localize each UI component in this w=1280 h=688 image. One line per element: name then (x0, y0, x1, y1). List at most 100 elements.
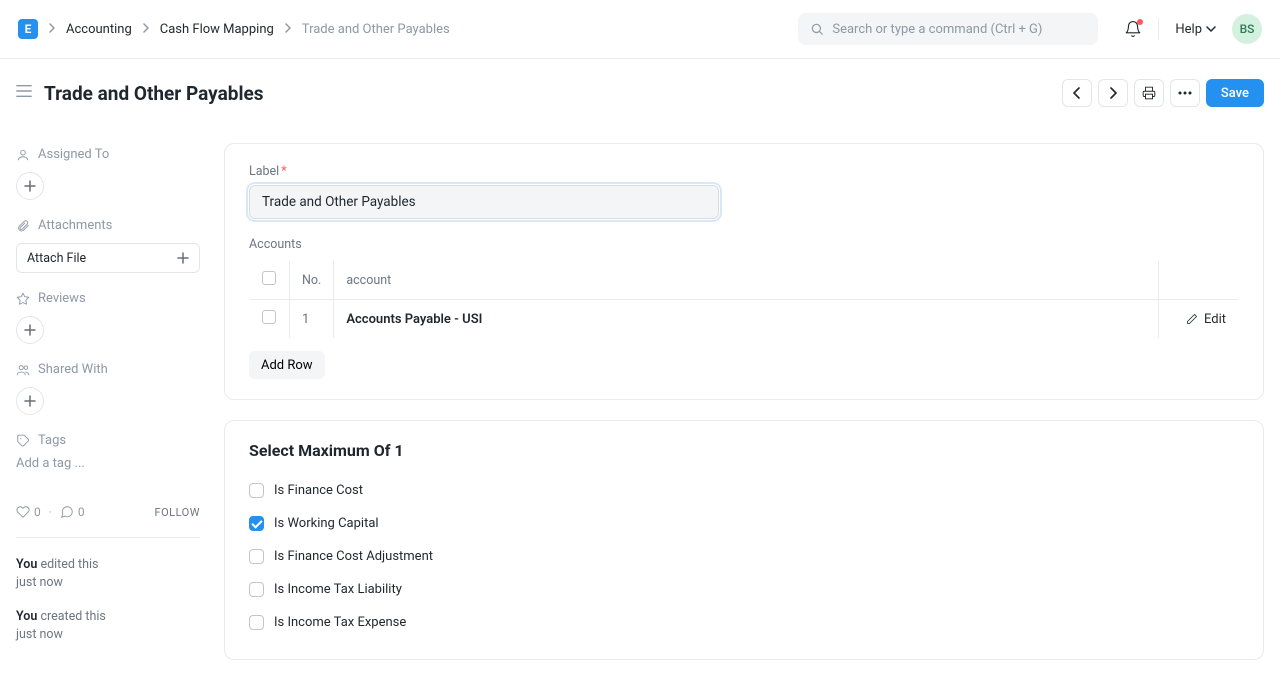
search-input[interactable]: Search or type a command (Ctrl + G) (798, 13, 1098, 45)
chevron-left-icon (1072, 87, 1082, 99)
pencil-icon (1186, 313, 1198, 325)
chevron-right-icon (142, 23, 150, 36)
attach-file-label: Attach File (27, 251, 86, 266)
add-share-button[interactable] (16, 387, 44, 415)
checkbox-row[interactable]: Is Finance Cost (249, 474, 1239, 507)
checkbox-label: Is Income Tax Expense (274, 615, 406, 630)
checkbox-label: Is Finance Cost (274, 483, 363, 498)
activity-entry: You created this just now (16, 608, 200, 644)
row-number: 1 (290, 300, 334, 339)
select-max-card: Select Maximum Of 1 Is Finance Cost Is W… (224, 420, 1264, 660)
next-button[interactable] (1098, 79, 1128, 107)
save-button[interactable]: Save (1206, 79, 1264, 107)
like-button[interactable]: 0 (16, 505, 41, 519)
add-review-button[interactable] (16, 316, 44, 344)
edit-row-button[interactable]: Edit (1171, 312, 1226, 327)
paperclip-icon (16, 219, 30, 233)
reviews-heading: Reviews (16, 291, 200, 306)
notifications-button[interactable] (1124, 20, 1142, 38)
user-icon (16, 148, 30, 162)
breadcrumb: Accounting Cash Flow Mapping Trade and O… (48, 22, 450, 37)
page-actions: Save (1062, 79, 1264, 107)
separator-dot: · (49, 505, 52, 519)
app-logo[interactable]: E (18, 19, 38, 39)
chevron-right-icon (1108, 87, 1118, 99)
select-all-header (250, 261, 290, 300)
tags-label: Tags (38, 433, 66, 448)
menu-toggle-button[interactable] (16, 84, 32, 102)
shared-with-heading: Shared With (16, 362, 200, 377)
add-row-button[interactable]: Add Row (249, 351, 325, 379)
column-header-account: account (334, 261, 1159, 300)
breadcrumb-current: Trade and Other Payables (302, 22, 450, 37)
heart-icon (16, 505, 30, 519)
chevron-right-icon (48, 23, 56, 36)
main-content: Label* Accounts No. account (224, 123, 1264, 672)
checkbox-label: Is Income Tax Liability (274, 582, 402, 597)
column-header-no: No. (290, 261, 334, 300)
follow-button[interactable]: FOLLOW (155, 506, 200, 519)
label-input[interactable] (249, 185, 719, 219)
select-all-checkbox[interactable] (262, 271, 276, 285)
prev-button[interactable] (1062, 79, 1092, 107)
checkbox-finance-cost-adjustment[interactable] (249, 549, 264, 564)
breadcrumb-link[interactable]: Cash Flow Mapping (160, 22, 274, 37)
checkbox-row[interactable]: Is Income Tax Expense (249, 606, 1239, 639)
notification-dot (1137, 19, 1143, 25)
print-button[interactable] (1134, 79, 1164, 107)
page-header: Trade and Other Payables Save (0, 59, 1280, 123)
users-icon (16, 363, 30, 377)
plus-icon (24, 324, 36, 336)
divider (16, 537, 200, 538)
activity-entry: You edited this just now (16, 556, 200, 592)
dots-horizontal-icon (1178, 91, 1192, 95)
row-checkbox[interactable] (262, 310, 276, 324)
label-accounts-card: Label* Accounts No. account (224, 143, 1264, 400)
search-placeholder: Search or type a command (Ctrl + G) (832, 22, 1042, 37)
edit-label: Edit (1204, 312, 1226, 327)
checkbox-income-tax-expense[interactable] (249, 615, 264, 630)
topbar: E Accounting Cash Flow Mapping Trade and… (0, 0, 1280, 59)
plus-icon (24, 180, 36, 192)
select-max-title: Select Maximum Of 1 (249, 441, 1239, 460)
checkbox-working-capital[interactable] (249, 516, 264, 531)
assigned-to-heading: Assigned To (16, 147, 200, 162)
breadcrumb-link[interactable]: Accounting (66, 22, 132, 37)
plus-icon (24, 395, 36, 407)
checkbox-row[interactable]: Is Income Tax Liability (249, 573, 1239, 606)
attach-file-button[interactable]: Attach File (16, 243, 200, 273)
reviews-label: Reviews (38, 291, 86, 306)
help-label: Help (1175, 22, 1202, 37)
table-row: 1 Accounts Payable - USI Edit (250, 300, 1239, 339)
menu-icon (16, 84, 32, 98)
checkbox-label: Is Finance Cost Adjustment (274, 549, 433, 564)
plus-icon (177, 252, 189, 264)
comment-icon (60, 505, 74, 519)
like-count: 0 (34, 505, 41, 519)
shared-with-label: Shared With (38, 362, 108, 377)
row-account-cell[interactable]: Accounts Payable - USI (334, 300, 1159, 339)
search-icon (810, 22, 824, 36)
comment-button[interactable]: 0 (60, 505, 85, 519)
checkbox-row[interactable]: Is Finance Cost Adjustment (249, 540, 1239, 573)
more-button[interactable] (1170, 79, 1200, 107)
chevron-right-icon (284, 23, 292, 36)
divider (1158, 18, 1159, 40)
page-title: Trade and Other Payables (44, 82, 1050, 105)
attachments-label: Attachments (38, 218, 112, 233)
tags-heading: Tags (16, 433, 200, 448)
printer-icon (1142, 86, 1156, 100)
checkbox-row[interactable]: Is Working Capital (249, 507, 1239, 540)
attachments-heading: Attachments (16, 218, 200, 233)
add-assignee-button[interactable] (16, 172, 44, 200)
avatar[interactable]: BS (1232, 14, 1262, 44)
accounts-table: No. account 1 Accounts Payable - USI (249, 260, 1239, 339)
checkbox-finance-cost[interactable] (249, 483, 264, 498)
accounts-heading: Accounts (249, 237, 1239, 252)
tag-input[interactable]: Add a tag ... (16, 456, 200, 471)
star-icon (16, 292, 30, 306)
checkbox-income-tax-liability[interactable] (249, 582, 264, 597)
checkbox-label: Is Working Capital (274, 516, 379, 531)
help-menu[interactable]: Help (1175, 22, 1216, 37)
column-header-actions (1159, 261, 1239, 300)
